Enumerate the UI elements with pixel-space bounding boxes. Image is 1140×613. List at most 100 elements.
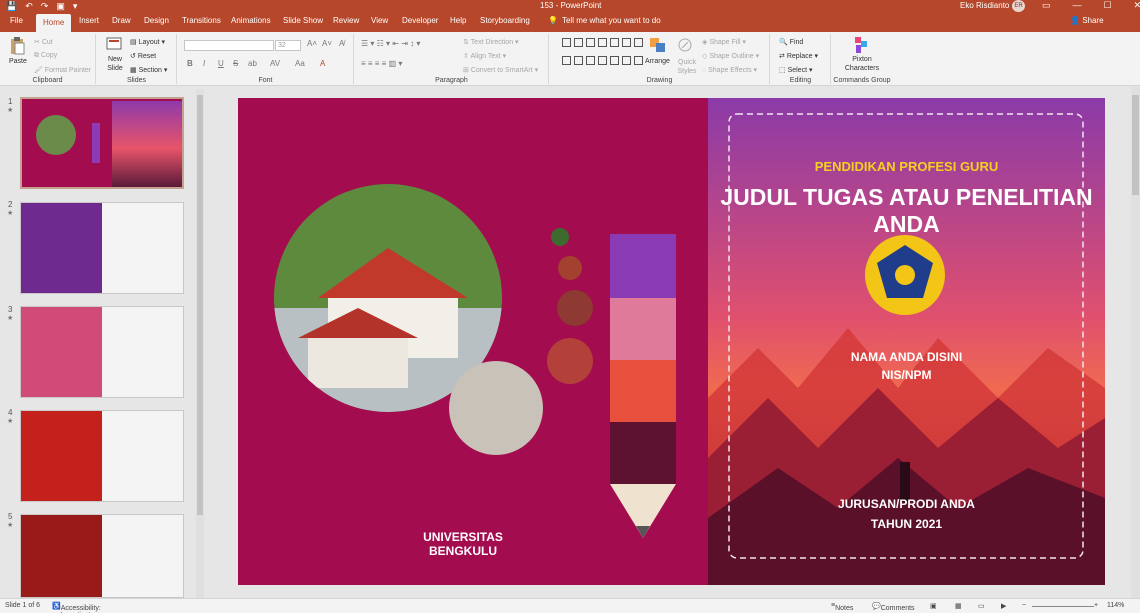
cover-prodi[interactable]: JURUSAN/PRODI ANDA [708, 497, 1105, 511]
find-button[interactable]: 🔍 Find [779, 38, 803, 46]
font-label: Font [258, 77, 273, 84]
user-name[interactable]: Eko Risdianto [960, 1, 1009, 10]
text-direction-button[interactable]: ⇅ Text Direction ▾ [463, 38, 519, 46]
align-text-button[interactable]: ⇳ Align Text ▾ [463, 52, 506, 60]
pencil-graphic [610, 234, 676, 538]
redo-icon[interactable]: ↷ [41, 1, 49, 12]
zoom-level[interactable]: 114% [1107, 602, 1124, 609]
grow-font-icon[interactable]: A˄ [307, 39, 317, 48]
tab-design[interactable]: Design [144, 16, 169, 25]
shape-effects-button[interactable]: ◌ Shape Effects ▾ [702, 66, 757, 74]
slide-thumbnail-5[interactable] [20, 514, 184, 598]
bullets-icon[interactable]: ☰ ▾ ☷ ▾ ⇤ ⇥ ↕ ▾ [361, 39, 420, 48]
font-size-input[interactable]: 32 [275, 40, 301, 51]
tell-me-search[interactable]: 💡 Tell me what you want to do [548, 16, 661, 25]
new-slide-button[interactable]: New Slide [103, 55, 127, 73]
notes-button[interactable]: ≡ Notes [831, 602, 853, 612]
slide-sorter-icon[interactable]: ▦ [955, 602, 962, 610]
slide-thumbnail-2[interactable] [20, 202, 184, 294]
paste-icon[interactable] [9, 37, 25, 55]
quick-styles-button[interactable]: Quick Styles [674, 58, 700, 76]
accessibility-status[interactable]: ♿ Accessibility: Investigate [52, 602, 101, 613]
commands-group: Pixton Characters Commands Group [832, 34, 892, 84]
slide[interactable]: PENDIDIKAN PROFESI GURU JUDUL TUGAS ATAU… [238, 98, 1105, 585]
cut-button[interactable]: ✂ Cut [34, 38, 53, 46]
pixton-button[interactable]: Pixton Characters [840, 55, 884, 73]
university-name[interactable]: UNIVERSITAS BENGKULU [388, 530, 538, 558]
zoom-in-icon[interactable]: + [1094, 602, 1098, 609]
reading-view-icon[interactable]: ▭ [978, 602, 985, 610]
format-painter-button[interactable]: 🖌 Format Painter [34, 66, 91, 74]
new-slide-icon[interactable] [106, 37, 122, 53]
underline-button[interactable]: U [218, 59, 224, 68]
tab-slide-show[interactable]: Slide Show [283, 16, 323, 25]
reset-button[interactable]: ↺ Reset [130, 52, 156, 60]
tab-storyboarding[interactable]: Storyboarding [480, 16, 530, 25]
cover-nis[interactable]: NIS/NPM [708, 368, 1105, 382]
university-emblem [865, 235, 945, 315]
shape-fill-button[interactable]: ◈ Shape Fill ▾ [702, 38, 746, 46]
smartart-button[interactable]: ⊞ Convert to SmartArt ▾ [463, 66, 538, 74]
copy-button[interactable]: ⧉ Copy [34, 52, 57, 60]
select-button[interactable]: ⬚ Select ▾ [779, 66, 813, 74]
thumbnail-scrollbar[interactable] [196, 90, 204, 598]
clear-format-icon[interactable]: A̸ [339, 39, 344, 48]
layout-button[interactable]: ▤ Layout ▾ [130, 38, 165, 46]
cover-year[interactable]: TAHUN 2021 [708, 517, 1105, 531]
cover-name[interactable]: NAMA ANDA DISINI [708, 350, 1105, 364]
avatar[interactable]: ER [1012, 0, 1025, 12]
maximize-icon[interactable]: ☐ [1104, 0, 1112, 11]
close-icon[interactable]: ✕ [1134, 0, 1140, 11]
font-name-input[interactable] [184, 40, 274, 51]
arrange-icon[interactable] [649, 37, 665, 53]
tab-developer[interactable]: Developer [402, 16, 438, 25]
arrange-button[interactable]: Arrange [645, 58, 670, 65]
normal-view-icon[interactable]: ▣ [930, 602, 937, 610]
ribbon-display-icon[interactable]: ▭ [1042, 0, 1051, 11]
tab-home[interactable]: Home [36, 14, 72, 32]
strikethrough-button[interactable]: S [233, 59, 238, 68]
cover-subtitle[interactable]: PENDIDIKAN PROFESI GURU [708, 159, 1105, 174]
comments-button[interactable]: 💬 Comments [872, 602, 915, 612]
tab-review[interactable]: Review [333, 16, 359, 25]
slide-thumbnail-1[interactable] [20, 97, 184, 189]
tab-animations[interactable]: Animations [231, 16, 271, 25]
tab-insert[interactable]: Insert [79, 16, 99, 25]
tab-help[interactable]: Help [450, 16, 466, 25]
replace-button[interactable]: ⇄ Replace ▾ [779, 52, 818, 60]
change-case-button[interactable]: Aa [295, 59, 305, 68]
canvas-scrollbar[interactable] [1131, 87, 1140, 598]
customize-qat-icon[interactable]: ▾ [73, 1, 78, 12]
tab-draw[interactable]: Draw [112, 16, 131, 25]
paste-button[interactable]: Paste [9, 58, 27, 65]
slide-thumbnail-4[interactable] [20, 410, 184, 502]
clipboard-group: Paste ✂ Cut ⧉ Copy 🖌 Format Painter Clip… [0, 34, 96, 84]
quick-styles-icon[interactable] [677, 37, 693, 53]
slide-thumbnail-3[interactable] [20, 306, 184, 398]
share-button[interactable]: 👤 Share [1070, 16, 1104, 25]
zoom-out-icon[interactable]: − [1022, 602, 1026, 609]
tab-file[interactable]: File [10, 16, 23, 25]
cover-title[interactable]: JUDUL TUGAS ATAU PENELITIAN ANDA [708, 184, 1105, 238]
section-button[interactable]: ▦ Section ▾ [130, 66, 167, 74]
tab-view[interactable]: View [371, 16, 388, 25]
zoom-slider[interactable] [1032, 606, 1094, 607]
present-icon[interactable]: ▣ [56, 1, 65, 12]
align-icons[interactable]: ≡ ≡ ≡ ≡ ▥ ▾ [361, 59, 402, 68]
char-spacing-button[interactable]: AV [270, 59, 280, 68]
star-icon: ★ [7, 210, 14, 217]
pixton-icon[interactable] [853, 36, 869, 53]
shrink-font-icon[interactable]: A˅ [322, 39, 332, 48]
font-color-button[interactable]: A [320, 59, 325, 68]
shapes-gallery[interactable] [562, 38, 643, 72]
italic-button[interactable]: I [203, 59, 205, 68]
bold-button[interactable]: B [187, 59, 193, 68]
shape-outline-button[interactable]: ◇ Shape Outline ▾ [702, 52, 759, 60]
save-icon[interactable]: 💾 [6, 1, 17, 12]
shadow-button[interactable]: ab [248, 59, 257, 68]
slideshow-view-icon[interactable]: ▶ [1001, 602, 1006, 610]
minimize-icon[interactable]: — [1073, 0, 1082, 11]
tab-transitions[interactable]: Transitions [182, 16, 221, 25]
drawing-group: Arrange Quick Styles ◈ Shape Fill ▾ ◇ Sh… [550, 34, 770, 84]
undo-icon[interactable]: ↶ [25, 1, 33, 12]
